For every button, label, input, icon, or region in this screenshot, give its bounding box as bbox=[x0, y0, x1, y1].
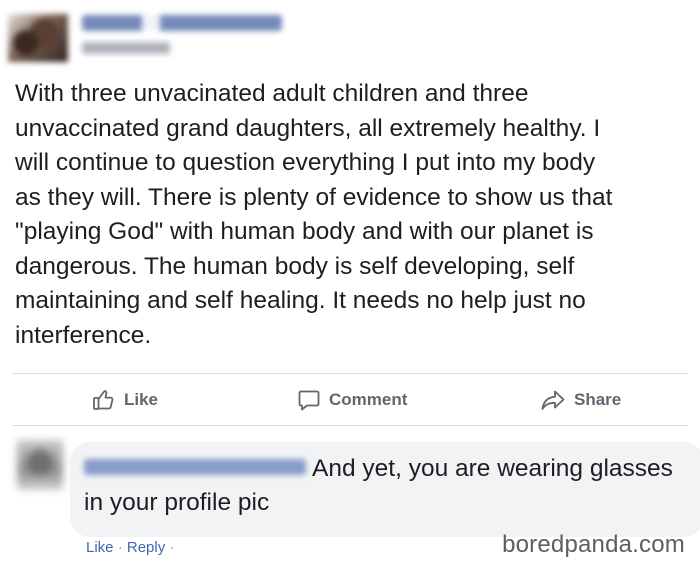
commenter-avatar[interactable] bbox=[17, 440, 63, 490]
thumbs-up-icon bbox=[92, 388, 116, 412]
speech-bubble-icon bbox=[297, 388, 321, 412]
divider bbox=[12, 425, 688, 426]
like-button[interactable]: Like bbox=[92, 388, 158, 412]
comment-button[interactable]: Comment bbox=[297, 388, 407, 412]
poster-name-blurred[interactable] bbox=[82, 15, 282, 31]
like-label: Like bbox=[124, 390, 159, 409]
post-text: With three unvacinated adult children an… bbox=[15, 80, 613, 349]
comment-reply-link[interactable]: Reply bbox=[127, 539, 165, 556]
separator: · bbox=[169, 539, 175, 556]
comment-text: And yet, you are wearing glasses in your… bbox=[84, 455, 673, 516]
comment-label: Comment bbox=[329, 390, 408, 409]
share-button[interactable]: Share bbox=[540, 388, 621, 412]
post-timestamp-blurred[interactable] bbox=[82, 42, 170, 54]
divider bbox=[12, 373, 688, 374]
separator: · bbox=[117, 539, 123, 556]
share-label: Share bbox=[574, 390, 622, 409]
poster-avatar[interactable] bbox=[8, 14, 68, 62]
watermark: boredpanda.com bbox=[502, 531, 685, 558]
share-arrow-icon bbox=[540, 388, 566, 412]
comment-like-link[interactable]: Like bbox=[86, 539, 114, 556]
comment-actions: Like · Reply · bbox=[86, 539, 174, 556]
